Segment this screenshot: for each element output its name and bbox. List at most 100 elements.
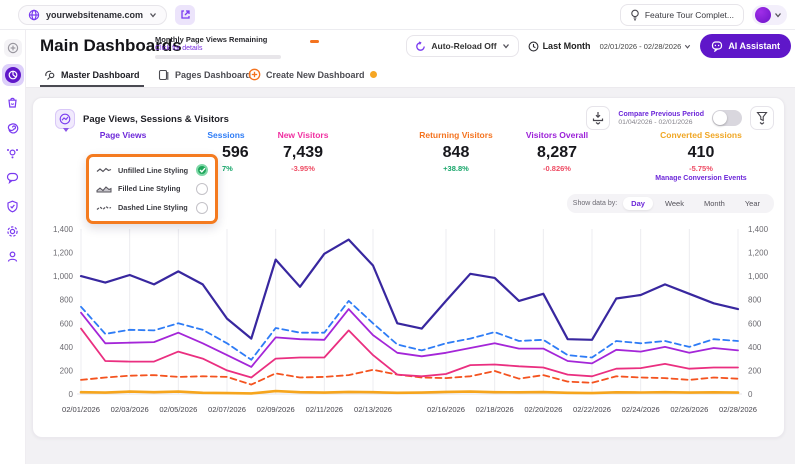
metric-page-views[interactable]: Page Views [73,130,173,140]
dashboard-icon [8,70,18,80]
metric-new-visitors[interactable]: New Visitors 7,439 -3.95% [253,130,353,173]
monthly-pageviews-label: Monthly Page Views Remaining [155,35,325,44]
content-area: Page Views, Sessions & Visitors Compare … [26,88,795,464]
metric-delta: -0.826% [507,164,607,173]
sidebar-item-dashboards[interactable] [2,64,24,86]
manage-conversion-events-link[interactable]: Manage Conversion Events [636,175,766,182]
shield-check-icon [6,200,19,213]
download-button[interactable] [586,106,610,130]
svg-text:02/26/2026: 02/26/2026 [670,405,708,414]
metric-label: Returning Visitors [406,130,506,140]
metric-visitors-overall[interactable]: Visitors Overall 8,287 -0.826% [507,130,607,173]
svg-text:600: 600 [60,319,74,328]
compare-toggle[interactable] [712,110,742,126]
tab-create-new-dashboard[interactable]: Create New Dashboard [248,62,377,87]
radio-selected[interactable] [196,164,208,176]
period-selector[interactable]: Last Month [528,41,591,52]
metric-value: 848 [406,144,506,162]
dashed-line-icon [96,204,112,212]
svg-text:200: 200 [60,366,74,375]
svg-text:1,400: 1,400 [748,225,769,234]
svg-text:400: 400 [60,343,74,352]
compare-range: 01/04/2026 - 02/01/2026 [618,119,704,126]
filter-button[interactable] [750,106,774,130]
svg-text:02/11/2026: 02/11/2026 [306,405,343,414]
chart-widget-icon[interactable] [55,109,75,129]
download-icon [592,111,604,125]
sidebar-item-support[interactable] [4,247,22,265]
gesture-icon [44,69,56,81]
svg-text:0: 0 [748,390,753,399]
orbit-icon [6,146,19,159]
radio-unselected[interactable] [196,183,208,195]
metric-label: New Visitors [253,130,353,140]
svg-text:02/28/2026: 02/28/2026 [719,405,757,414]
svg-text:1,000: 1,000 [748,272,769,281]
user-menu[interactable] [752,5,787,25]
pages-icon [158,69,170,81]
metric-converted-sessions[interactable]: Converted Sessions 410 -5.75% Manage Con… [636,130,766,182]
option-dashed-line[interactable]: Dashed Line Styling [96,202,208,214]
date-range-selector[interactable]: 02/01/2026 - 02/28/2026 [600,42,692,51]
svg-text:1,200: 1,200 [53,249,74,258]
sidebar-item-store[interactable] [4,93,22,111]
svg-text:1,200: 1,200 [748,249,769,258]
radio-unselected[interactable] [196,202,208,214]
site-selector[interactable]: yourwebsitename.com [18,5,167,25]
option-filled-line[interactable]: Filled Line Styling [96,183,208,195]
svg-text:02/24/2026: 02/24/2026 [622,405,660,414]
click-for-details-link[interactable]: Click for details [155,45,325,52]
top-bar: yourwebsitename.com Feature Tour Complet… [0,0,795,30]
sidebar-item-chat[interactable] [4,168,22,186]
sidebar-item-automation[interactable] [4,143,22,161]
lightbulb-icon [630,9,640,21]
svg-text:02/07/2026: 02/07/2026 [208,405,246,414]
granularity-year[interactable]: Year [737,197,768,210]
svg-text:02/09/2026: 02/09/2026 [257,405,295,414]
chevron-down-icon [684,43,691,50]
compare-label: Compare Previous Period [618,111,704,118]
metric-returning-visitors[interactable]: Returning Visitors 848 +38.8% [406,130,506,173]
show-data-by-group: Show data by: Day Week Month Year [567,194,774,213]
sidebar [0,30,26,464]
dashboard-tabs: Master Dashboard Pages Dashboard Create … [26,62,795,88]
tab-pages-dashboard[interactable]: Pages Dashboard [158,62,251,87]
avatar [755,7,771,23]
metric-value: 410 [636,144,766,162]
line-chart[interactable]: 002002004004006006008008001,0001,0001,20… [33,220,786,432]
date-range-value: 02/01/2026 - 02/28/2026 [600,42,682,51]
minimize-indicator [310,40,319,43]
feature-tour-pill[interactable]: Feature Tour Complet... [620,4,744,26]
granularity-day[interactable]: Day [623,197,653,210]
ai-assistant-button[interactable]: AI Assistant [700,34,791,58]
metric-label: Converted Sessions [636,130,766,140]
line-chart-icon [59,113,71,125]
show-data-by-label: Show data by: [573,200,617,207]
app-window: yourwebsitename.com Feature Tour Complet… [0,0,795,464]
plus-circle-icon [248,68,261,81]
line-styling-dropdown: Unfilled Line Styling Filled Line Stylin… [86,154,218,224]
chevron-down-icon [149,11,157,19]
metric-value: 8,287 [507,144,607,162]
person-icon [6,250,19,263]
option-unfilled-line[interactable]: Unfilled Line Styling [96,164,208,176]
notification-dot [370,71,377,78]
tab-label: Create New Dashboard [266,70,365,80]
open-external-button[interactable] [175,5,195,25]
metric-delta: +38.8% [406,164,506,173]
tab-master-dashboard[interactable]: Master Dashboard [44,62,140,87]
svg-text:600: 600 [748,319,762,328]
sidebar-item-settings[interactable] [4,222,22,240]
sidebar-item-funnels[interactable] [4,118,22,136]
circle-plus-icon [7,42,19,54]
spiral-icon [6,121,19,134]
globe-icon [28,9,40,21]
svg-text:02/13/2026: 02/13/2026 [354,405,392,414]
sidebar-item-security[interactable] [4,197,22,215]
granularity-week[interactable]: Week [657,197,692,210]
auto-reload-dropdown[interactable]: Auto-Reload Off [406,35,518,57]
granularity-month[interactable]: Month [696,197,733,210]
compare-previous-period[interactable]: Compare Previous Period 01/04/2026 - 02/… [618,111,704,126]
sidebar-item-collapse[interactable] [4,39,22,57]
tab-label: Master Dashboard [61,70,140,80]
